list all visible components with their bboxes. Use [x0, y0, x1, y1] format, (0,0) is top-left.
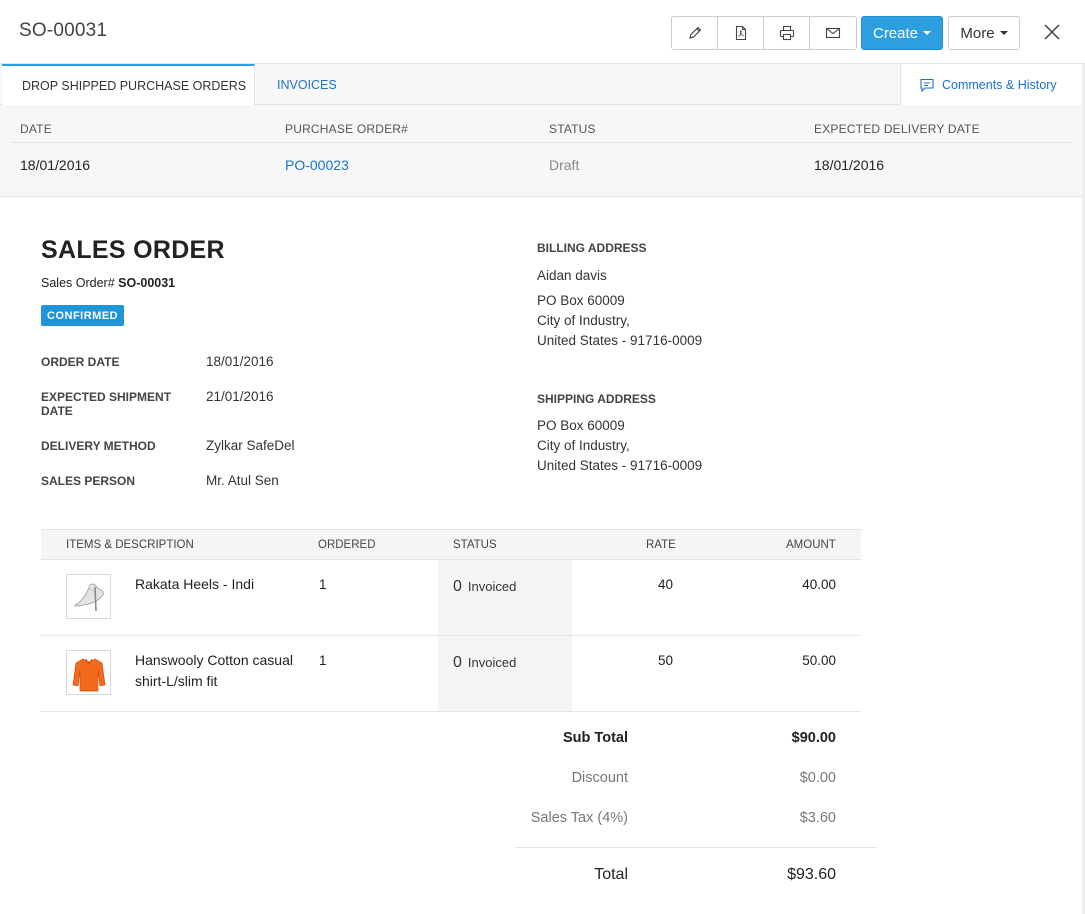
pdf-button[interactable] [718, 17, 764, 49]
more-button[interactable]: More [948, 16, 1020, 50]
sales-tax-value: $3.60 [799, 810, 836, 826]
order-date-value: 18/01/2016 [206, 354, 274, 369]
order-date-label: ORDER DATE [41, 355, 120, 369]
expected-shipment-value: 21/01/2016 [206, 389, 274, 404]
action-icon-group [671, 16, 857, 50]
top-bar: SO-00031 Create More [0, 0, 1085, 64]
orange-sweater-icon [72, 658, 105, 691]
print-button[interactable] [764, 17, 810, 49]
total-value: $93.60 [787, 866, 836, 883]
column-header-rate: RATE [646, 539, 676, 551]
po-date: 18/01/2016 [20, 157, 91, 173]
tab-bar: DROP SHIPPED PURCHASE ORDERS INVOICES Co… [0, 64, 1085, 106]
sales-person-label: SALES PERSON [41, 474, 136, 488]
column-header-status: STATUS [549, 122, 596, 136]
sub-total-label: Sub Total [563, 730, 628, 746]
close-button[interactable] [1040, 20, 1064, 44]
item-name: Hanswooly Cotton casual shirt-L/slim fit [135, 652, 293, 689]
column-header-expected-delivery: EXPECTED DELIVERY DATE [814, 122, 980, 136]
tab-invoices[interactable]: INVOICES [277, 64, 337, 105]
sales-person-value: Mr. Atul Sen [206, 473, 279, 488]
shipping-address-label: SHIPPING ADDRESS [537, 392, 656, 406]
po-expected-delivery: 18/01/2016 [814, 157, 885, 173]
sub-total-value: $90.00 [791, 730, 836, 746]
item-amount: 50.00 [802, 653, 836, 668]
delivery-method-label: DELIVERY METHOD [41, 439, 156, 453]
sales-order-number: Sales Order# SO-00031 [41, 276, 175, 290]
item-invoiced-status: 0 Invoiced [453, 578, 516, 596]
tab-drop-shipped-purchase-orders[interactable]: DROP SHIPPED PURCHASE ORDERS [2, 64, 255, 106]
total-divider [515, 847, 877, 848]
invoiced-count: 0 [453, 654, 462, 671]
billing-customer-link[interactable]: Aidan davis [537, 268, 607, 283]
item-rate: 50 [657, 653, 673, 668]
items-table-header: ITEMS & DESCRIPTION ORDERED STATUS RATE … [41, 529, 861, 560]
divider [12, 142, 1072, 143]
po-number-link[interactable]: PO-00023 [285, 157, 349, 173]
close-icon [1044, 24, 1060, 40]
billing-address-line1: PO Box 60009 [537, 293, 625, 308]
more-button-label: More [960, 24, 995, 42]
printer-icon [779, 25, 794, 41]
row-divider [41, 711, 861, 712]
pencil-icon [688, 26, 701, 39]
create-button[interactable]: Create [861, 16, 943, 50]
column-header-ordered: ORDERED [318, 539, 376, 551]
invoiced-label: Invoiced [467, 579, 517, 594]
total-label: Total [594, 866, 628, 883]
column-header-items: ITEMS & DESCRIPTION [66, 539, 194, 551]
sales-tax-label: Sales Tax (4%) [530, 810, 628, 826]
shipping-address-line1: PO Box 60009 [537, 418, 625, 433]
expected-shipment-label-line1: EXPECTED SHIPMENT [41, 390, 172, 404]
sales-order-heading: SALES ORDER [41, 236, 225, 264]
pdf-icon [735, 25, 746, 41]
billing-address-line3: United States - 91716-0009 [537, 333, 703, 348]
chevron-down-icon [999, 31, 1008, 35]
item-image [66, 650, 111, 695]
chevron-down-icon [923, 31, 932, 35]
comments-history-link[interactable]: Comments & History [900, 64, 1085, 105]
column-header-purchase-order: PURCHASE ORDER# [285, 122, 409, 136]
column-header-amount: AMOUNT [786, 539, 836, 551]
discount-value: $0.00 [799, 770, 836, 786]
expected-shipment-label-line2: DATE [41, 404, 73, 418]
invoiced-label: Invoiced [467, 655, 517, 670]
item-amount: 40.00 [802, 577, 836, 592]
delivery-method-value: Zylkar SafeDel [206, 438, 295, 453]
envelope-icon [825, 27, 841, 39]
item-image [66, 574, 111, 619]
po-status: Draft [549, 157, 580, 173]
shipping-address-line3: United States - 91716-0009 [537, 458, 703, 473]
billing-address-line2: City of Industry, [537, 313, 630, 328]
sales-order-number-value: SO-00031 [118, 276, 176, 290]
item-ordered: 1 [319, 653, 327, 668]
purchase-order-table: DATE PURCHASE ORDER# STATUS EXPECTED DEL… [0, 105, 1085, 197]
comments-history-label: Comments & History [942, 77, 1057, 92]
item-ordered: 1 [319, 577, 327, 592]
billing-address-label: BILLING ADDRESS [537, 241, 647, 255]
column-header-date: DATE [20, 122, 52, 136]
discount-label: Discount [571, 770, 628, 786]
invoiced-count: 0 [453, 578, 462, 595]
email-button[interactable] [810, 17, 856, 49]
shipping-address-line2: City of Industry, [537, 438, 630, 453]
heel-shoe-icon [74, 583, 104, 611]
comment-icon [920, 78, 934, 92]
status-badge: CONFIRMED [41, 305, 125, 326]
item-name: Rakata Heels - Indi [135, 576, 255, 592]
sales-order-number-label: Sales Order# [41, 276, 115, 290]
row-divider [41, 635, 861, 636]
create-button-label: Create [872, 24, 919, 42]
page-title: SO-00031 [19, 20, 108, 41]
expected-shipment-label: EXPECTED SHIPMENT DATE [41, 390, 191, 418]
item-invoiced-status: 0 Invoiced [453, 654, 516, 672]
column-header-status: STATUS [453, 539, 497, 551]
item-rate: 40 [657, 577, 673, 592]
edit-button[interactable] [672, 17, 718, 49]
